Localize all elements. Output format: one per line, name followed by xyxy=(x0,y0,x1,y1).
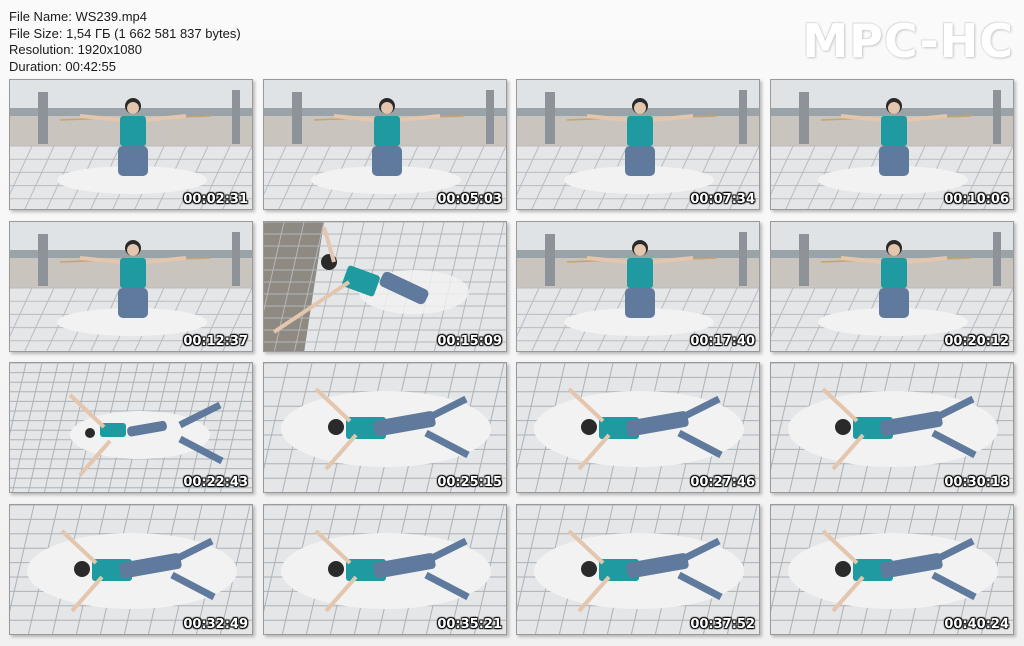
thumbnail: 00:35:21 xyxy=(263,504,507,635)
thumbnail: 00:25:15 xyxy=(263,362,507,493)
thumbnail: 00:32:49 xyxy=(9,504,253,635)
resolution-line: Resolution: 1920x1080 xyxy=(9,42,142,57)
thumbnail-image xyxy=(10,222,252,351)
thumbnail: 00:05:03 xyxy=(263,79,507,210)
thumbnail-timestamp: 00:22:43 xyxy=(183,475,248,490)
thumbnail-image xyxy=(10,80,252,209)
thumbnail-timestamp: 00:20:12 xyxy=(944,334,1009,349)
thumbnail-image xyxy=(517,363,759,492)
thumbnail-image xyxy=(771,363,1013,492)
thumbnail: 00:37:52 xyxy=(516,504,760,635)
thumbnail-image xyxy=(264,80,506,209)
thumbnail-timestamp: 00:07:34 xyxy=(690,192,755,207)
file-size-line: File Size: 1,54 ГБ (1 662 581 837 bytes) xyxy=(9,25,241,41)
thumbnail-image xyxy=(517,222,759,351)
thumbnail-image xyxy=(264,505,506,634)
thumbnail-image xyxy=(264,363,506,492)
thumbnail-timestamp: 00:05:03 xyxy=(437,192,502,207)
thumbnail-image xyxy=(517,505,759,634)
thumbnail-timestamp: 00:15:09 xyxy=(437,334,502,349)
thumbnail-timestamp: 00:30:18 xyxy=(944,475,1009,490)
thumbnail: 00:30:18 xyxy=(770,362,1014,493)
thumbnail: 00:27:46 xyxy=(516,362,760,493)
thumbnail: 00:20:12 xyxy=(770,221,1014,352)
thumbnail-image xyxy=(10,505,252,634)
thumbnail: 00:12:37 xyxy=(9,221,253,352)
thumbnail: 00:22:43 xyxy=(9,362,253,493)
thumbnail-image xyxy=(10,363,252,492)
thumbnail: 00:40:24 xyxy=(770,504,1014,635)
thumbnail-timestamp: 00:37:52 xyxy=(690,617,755,632)
thumbnail: 00:02:31 xyxy=(9,79,253,210)
file-name-line: File Name: WS239.mp4 xyxy=(9,9,147,24)
thumbnail-timestamp: 00:10:06 xyxy=(944,192,1009,207)
thumbnail-image xyxy=(771,80,1013,209)
thumbnail-timestamp: 00:17:40 xyxy=(690,334,755,349)
thumbnail-grid: 00:02:31 00:05:03 00:07:34 00:10:06 00:12:37… xyxy=(9,79,1015,635)
file-info: File Name: WS239.mp4 File Size: 1,54 ГБ … xyxy=(9,9,241,75)
thumbnail: 00:07:34 xyxy=(516,79,760,210)
thumbnail-image xyxy=(264,222,506,351)
thumbnail-timestamp: 00:32:49 xyxy=(183,617,248,632)
thumbnail-image xyxy=(517,80,759,209)
thumbnail-timestamp: 00:35:21 xyxy=(437,617,502,632)
thumbnail-timestamp: 00:40:24 xyxy=(944,617,1009,632)
duration-line: Duration: 00:42:55 xyxy=(9,58,116,74)
thumbnail-image xyxy=(771,505,1013,634)
thumbnail: 00:10:06 xyxy=(770,79,1014,210)
thumbnail-timestamp: 00:27:46 xyxy=(690,475,755,490)
thumbnail-timestamp: 00:02:31 xyxy=(183,192,248,207)
thumbnail-timestamp: 00:25:15 xyxy=(437,475,502,490)
thumbnail-timestamp: 00:12:37 xyxy=(183,334,248,349)
thumbnail: 00:17:40 xyxy=(516,221,760,352)
mpc-hc-logo: MPC-HC xyxy=(802,14,1014,68)
thumbnail-image xyxy=(771,222,1013,351)
thumbnail: 00:15:09 xyxy=(263,221,507,352)
